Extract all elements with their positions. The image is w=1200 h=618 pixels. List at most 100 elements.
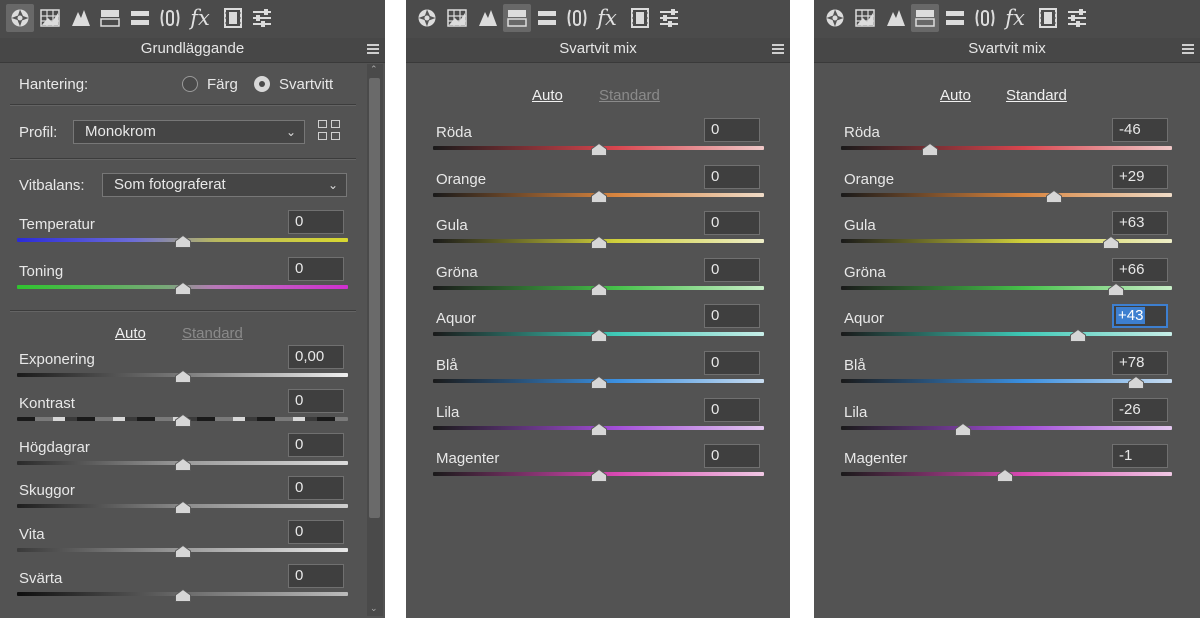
slider-label-svarta: Svärta [19,570,63,587]
slider-value-grona[interactable]: +66 [1112,257,1168,282]
auto-link[interactable]: Auto [940,87,971,104]
slider-label-temperatur: Temperatur [19,216,95,233]
slider-value-hogdagrar[interactable]: 0 [288,432,344,457]
presets-icon[interactable] [248,4,276,32]
lens-icon[interactable] [971,4,999,32]
slider-track-roda[interactable] [841,146,1172,150]
slider-value-magenter[interactable]: 0 [704,444,760,469]
camera-calibration-icon[interactable] [626,4,654,32]
panel-toolbar: fx [0,0,385,38]
slider-value-aquor[interactable]: +43 [1112,304,1168,329]
slider-track-bla[interactable] [841,379,1172,383]
slider-track-gula[interactable] [841,239,1172,244]
color-option-label[interactable]: Färg [207,76,238,93]
slider-value-svarta[interactable]: 0 [288,564,344,588]
slider-track-lila[interactable] [841,425,1172,430]
slider-value-text: 0 [711,354,720,371]
white-balance-select[interactable]: Som fotograferat ⌄ [102,173,347,197]
slider-value-kontrast[interactable]: 0 [288,388,344,413]
slider-track-aquor[interactable] [841,332,1172,337]
slider-value-orange[interactable]: 0 [704,164,760,189]
slider-value-roda[interactable]: 0 [704,118,760,142]
fx-icon[interactable]: fx [593,4,621,32]
split-tone-icon[interactable] [533,4,561,32]
lens-icon[interactable] [563,4,591,32]
auto-link[interactable]: Auto [532,87,563,104]
slider-value-bla[interactable]: 0 [704,351,760,375]
presets-icon[interactable] [1063,4,1091,32]
split-tone-icon[interactable] [126,4,154,32]
basic-panel: fx Grundläggande Hantering: Färg Svartvi… [0,0,385,618]
lens-icon[interactable] [156,4,184,32]
standard-link[interactable]: Standard [599,87,660,104]
slider-value-text: +29 [1119,167,1145,185]
slider-value-lila[interactable]: 0 [704,397,760,422]
slider-value-text: 0 [295,479,304,497]
scroll-up-icon[interactable]: ⌃ [370,64,378,75]
standard-link[interactable]: Standard [1006,87,1067,104]
slider-label-lila: Lila [844,403,868,421]
slider-label-aquor: Aquor [844,310,885,328]
slider-value-gula[interactable]: 0 [704,211,760,236]
bw-option-label[interactable]: Svartvitt [279,76,333,93]
slider-value-text: 0 [711,214,720,232]
tone-curve-icon[interactable] [882,4,910,32]
standard-link[interactable]: Standard [182,325,243,342]
fx-icon[interactable]: fx [186,4,214,32]
hsl-icon[interactable] [503,4,531,32]
histogram-icon[interactable] [443,4,471,32]
profile-browser-grid-icon[interactable] [318,120,342,142]
slider-value-lila[interactable]: -26 [1112,397,1168,422]
aperture-icon[interactable] [6,4,34,32]
color-radio[interactable] [182,76,198,92]
slider-value-roda[interactable]: -46 [1112,118,1168,142]
aperture-icon[interactable] [413,4,441,32]
chevron-down-icon: ⌄ [285,125,296,139]
slider-value-aquor[interactable]: 0 [704,304,760,329]
camera-calibration-icon[interactable] [1034,4,1062,32]
panel-menu-icon[interactable] [367,44,379,54]
profile-select[interactable]: Monokrom ⌄ [73,120,305,144]
slider-label-roda: Röda [436,124,472,141]
panel-menu-icon[interactable] [772,44,784,54]
panel-header: Svartvit mix [814,38,1200,63]
aperture-icon[interactable] [821,4,849,32]
bw-radio[interactable] [254,76,270,92]
slider-value-exponering[interactable]: 0,00 [288,345,344,369]
slider-value-temperatur[interactable]: 0 [288,210,344,234]
histogram-icon[interactable] [36,4,64,32]
slider-value-text: 0 [711,260,720,278]
slider-value-text: 0 [295,213,304,230]
slider-value-vita[interactable]: 0 [288,520,344,545]
presets-icon[interactable] [655,4,683,32]
auto-link[interactable]: Auto [115,325,146,342]
hsl-icon[interactable] [96,4,124,32]
panel-toolbar: fx [814,0,1200,38]
slider-value-grona[interactable]: 0 [704,257,760,282]
panel-menu-icon[interactable] [1182,44,1194,54]
slider-label-hogdagrar: Högdagrar [19,438,90,456]
fx-icon[interactable]: fx [1001,4,1029,32]
camera-calibration-icon[interactable] [219,4,247,32]
slider-value-magenter[interactable]: -1 [1112,444,1168,469]
slider-value-text: -46 [1119,121,1141,138]
tone-curve-icon[interactable] [474,4,502,32]
panel-scrollbar[interactable]: ⌃ ⌄ [367,64,383,616]
slider-value-gula[interactable]: +63 [1112,211,1168,236]
scrollbar-thumb[interactable] [369,78,380,518]
slider-track-orange[interactable] [841,192,1172,197]
slider-value-orange[interactable]: +29 [1112,164,1168,189]
tone-curve-icon[interactable] [67,4,95,32]
hsl-icon[interactable] [911,4,939,32]
slider-value-toning[interactable]: 0 [288,257,344,281]
treatment-label: Hantering: [19,76,89,93]
white-balance-label: Vitbalans: [19,177,85,194]
slider-label-exponering: Exponering [19,351,95,368]
histogram-icon[interactable] [851,4,879,32]
scroll-down-icon[interactable]: ⌄ [370,603,378,614]
slider-value-bla[interactable]: +78 [1112,351,1168,375]
slider-value-text: +43 [1116,307,1146,325]
slider-label-grona: Gröna [436,263,478,281]
slider-value-skuggor[interactable]: 0 [288,476,344,501]
split-tone-icon[interactable] [941,4,969,32]
